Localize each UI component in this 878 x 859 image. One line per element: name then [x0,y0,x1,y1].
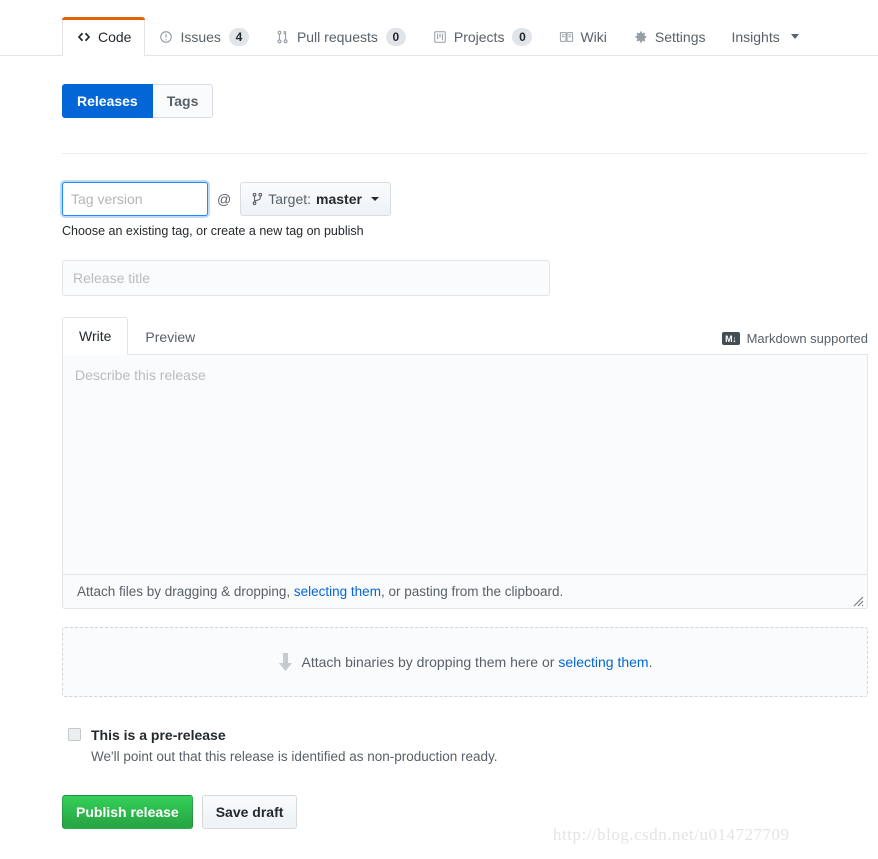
nav-tab-insights[interactable]: Insights [718,17,811,56]
release-body-textarea[interactable] [63,355,867,574]
tag-version-input[interactable] [62,182,208,216]
editor-tabnav: Write Preview M↓ Markdown supported [62,317,868,355]
select-files-link[interactable]: selecting them [294,584,381,599]
nav-tab-wiki-label: Wiki [580,28,607,45]
release-body-textarea-wrapper: Attach files by dragging & dropping, sel… [62,355,868,609]
nav-tab-settings[interactable]: Settings [620,17,719,56]
nav-tab-pull-requests-label: Pull requests [296,28,378,45]
issues-count-badge: 4 [228,27,249,46]
nav-tab-issues-label: Issues [180,28,221,45]
markdown-supported-note[interactable]: M↓ Markdown supported [721,331,868,354]
publish-release-button[interactable]: Publish release [62,794,193,829]
tag-version-row: @ Target: master [62,182,868,216]
chevron-down-icon [370,197,379,201]
book-icon [558,29,574,45]
chevron-down-icon [790,34,799,39]
nav-tab-projects[interactable]: Projects 0 [419,17,546,56]
editor-tabs: Write Preview [62,317,212,355]
form-actions: Publish release Save draft [62,794,868,829]
releases-tab-button[interactable]: Releases [62,84,153,118]
attach-files-text-before: Attach files by dragging & dropping, [77,584,294,599]
main-content: Releases Tags @ Target: master Choose an… [62,56,868,829]
repository-nav: Code Issues 4 Pull requests 0 Projects 0… [0,0,878,57]
nav-tab-pull-requests[interactable]: Pull requests 0 [262,17,419,56]
dropzone-text: Attach binaries by dropping them here or… [302,654,653,670]
select-binaries-link[interactable]: selecting them [558,654,648,670]
issue-opened-icon [158,29,174,45]
prerelease-description: We'll point out that this release is ide… [91,749,498,765]
release-title-input[interactable] [62,260,550,296]
markdown-supported-label: Markdown supported [746,331,868,346]
gear-icon [633,29,649,45]
code-icon [76,29,92,45]
dropzone-text-after: . [648,654,653,670]
tab-write[interactable]: Write [62,317,129,355]
nav-tab-code-label: Code [98,29,132,45]
git-branch-icon [252,192,263,206]
save-draft-button[interactable]: Save draft [201,794,298,829]
projects-count-badge: 0 [512,27,533,46]
nav-tab-projects-label: Projects [453,28,505,45]
release-body-editor: Write Preview M↓ Markdown supported Atta… [62,317,868,609]
download-arrow-icon [278,652,293,672]
watermark-text: http://blog.csdn.net/u014727709 [553,825,790,844]
attach-files-text-after: , or pasting from the clipboard. [380,584,564,599]
tag-version-hint: Choose an existing tag, or create a new … [62,224,364,238]
prerelease-texts: This is a pre-release We'll point out th… [91,725,498,767]
prerelease-row: This is a pre-release We'll point out th… [62,725,868,767]
pull-requests-count-badge: 0 [385,27,406,46]
attach-files-footer: Attach files by dragging & dropping, sel… [63,574,867,608]
tab-preview[interactable]: Preview [128,317,212,355]
at-separator: @ [217,191,232,207]
prerelease-checkbox[interactable] [68,728,81,741]
git-pull-request-icon [275,29,291,45]
project-icon [432,29,448,45]
markdown-icon: M↓ [721,332,740,345]
section-divider [62,153,868,154]
nav-tab-code[interactable]: Code [62,17,146,57]
releases-tags-switch: Releases Tags [62,84,868,118]
tags-tab-button[interactable]: Tags [152,84,214,118]
release-form-page: Code Issues 4 Pull requests 0 Projects 0… [0,0,878,859]
nav-tab-settings-label: Settings [654,28,706,45]
binaries-dropzone[interactable]: Attach binaries by dropping them here or… [62,627,868,697]
target-branch-dropdown[interactable]: Target: master [240,182,391,216]
dropzone-text-before: Attach binaries by dropping them here or [301,654,559,670]
target-prefix-label: Target: [268,191,312,207]
nav-tab-insights-label: Insights [731,28,780,45]
nav-tab-issues[interactable]: Issues 4 [145,17,261,56]
nav-tab-wiki[interactable]: Wiki [545,17,619,56]
target-branch-name: master [316,191,362,207]
repository-nav-items: Code Issues 4 Pull requests 0 Projects 0… [62,0,812,57]
prerelease-label: This is a pre-release [91,727,226,743]
